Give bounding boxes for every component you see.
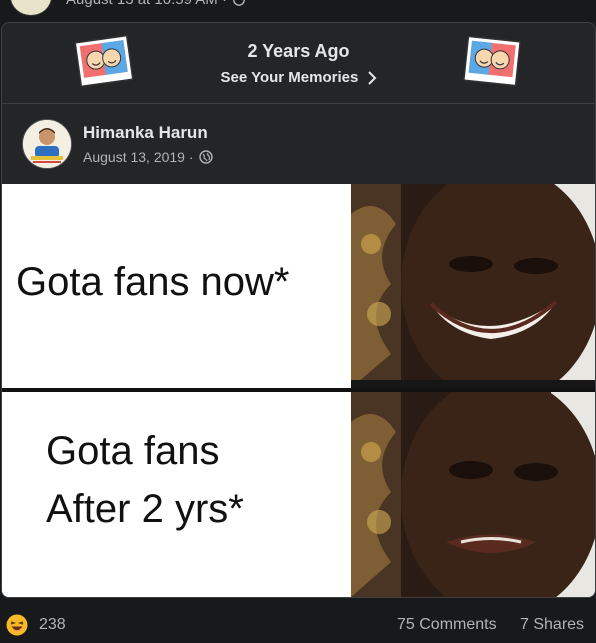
globe-icon xyxy=(233,0,245,6)
shares-count[interactable]: 7 Shares xyxy=(520,616,584,634)
reaction-count[interactable]: 238 xyxy=(39,616,66,634)
post-footer: 238 75 Comments 7 Shares xyxy=(0,604,596,643)
happy-face-photo xyxy=(351,184,595,388)
previous-post-header: August 13 at 10:59 AM · xyxy=(0,0,596,22)
see-memories-label: See Your Memories xyxy=(220,69,359,86)
timestamp-text: August 13 at 10:59 AM · xyxy=(66,0,227,8)
post-timestamp[interactable]: August 13 at 10:59 AM · xyxy=(66,0,245,8)
author-name[interactable]: Himanka Harun xyxy=(83,123,208,143)
comments-count[interactable]: 75 Comments xyxy=(397,616,497,634)
meme-text-bottom-line1: Gota fans xyxy=(46,429,220,473)
meme-panel-bottom: Gota fans After 2 yrs* xyxy=(2,392,351,597)
sad-face-photo xyxy=(351,392,595,597)
author-avatar[interactable] xyxy=(22,119,72,169)
avatar[interactable] xyxy=(10,0,52,16)
meme-text-bottom-line2: After 2 yrs* xyxy=(46,487,244,531)
memories-banner[interactable]: 2 Years Ago See Your Memories xyxy=(2,23,595,104)
post-date[interactable]: August 13, 2019 · xyxy=(83,149,194,165)
post-header: Himanka Harun August 13, 2019 · xyxy=(2,103,595,183)
haha-emoji-icon[interactable] xyxy=(6,614,28,636)
post-card: 2 Years Ago See Your Memories Himanka Ha… xyxy=(1,22,596,598)
meme-text-bottom: Gota fans After 2 yrs* xyxy=(46,422,244,538)
chevron-right-icon xyxy=(367,71,376,85)
meme-panel-top: Gota fans now* xyxy=(2,184,351,388)
globe-icon xyxy=(198,150,213,164)
friends-polaroid-icon xyxy=(463,35,521,87)
profile-photo xyxy=(23,120,71,168)
post-meta: August 13, 2019 · xyxy=(83,149,213,165)
meme-text-top: Gota fans now* xyxy=(16,260,290,304)
post-image[interactable]: Gota fans now* Gota fans After 2 yrs* xyxy=(2,184,595,597)
